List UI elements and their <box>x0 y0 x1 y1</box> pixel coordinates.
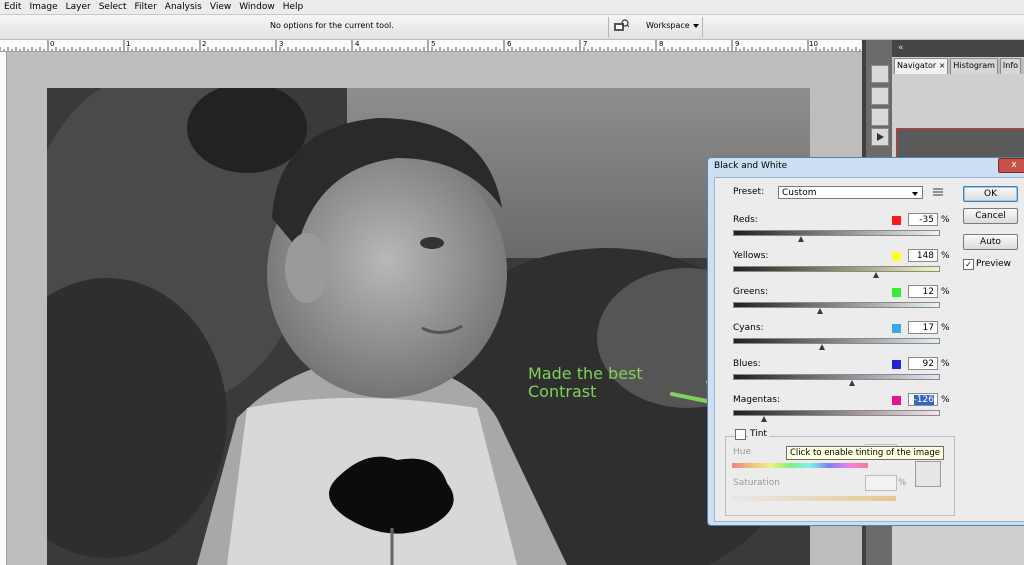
tint-label[interactable]: Tint <box>748 429 769 439</box>
brushes-icon[interactable] <box>871 108 889 126</box>
preset-label: Preset: <box>733 187 765 197</box>
percent-sign: % <box>941 323 950 333</box>
percent-sign: % <box>898 478 907 488</box>
history-icon[interactable] <box>871 65 889 83</box>
auto-button[interactable]: Auto <box>963 234 1018 250</box>
cyans-swatch <box>892 324 901 333</box>
percent-sign: % <box>941 359 950 369</box>
percent-sign: % <box>941 395 950 405</box>
hue-slider <box>732 463 868 468</box>
tab-info[interactable]: Info <box>999 58 1022 74</box>
magentas-label: Magentas: <box>733 395 780 405</box>
saturation-value-input <box>865 475 897 491</box>
chevron-down-icon <box>912 192 918 196</box>
yellows-swatch <box>892 252 901 261</box>
magentas-value-input[interactable]: -126 <box>908 393 938 406</box>
greens-label: Greens: <box>733 287 768 297</box>
blues-slider[interactable] <box>733 374 940 380</box>
preview-checkbox[interactable]: ✓ <box>963 259 974 270</box>
preset-select[interactable]: Custom <box>778 186 923 199</box>
tint-tooltip: Click to enable tinting of the image <box>786 446 944 460</box>
tab-histogram[interactable]: Histogram <box>950 58 998 74</box>
panel-tabs: Navigator × Histogram Info <box>892 58 1024 74</box>
tab-navigator-label: Navigator <box>897 61 937 70</box>
greens-slider-thumb[interactable] <box>817 308 823 314</box>
preview-label: Preview <box>976 259 1012 269</box>
tint-color-swatch <box>915 461 941 487</box>
cyans-label: Cyans: <box>733 323 764 333</box>
reds-label: Reds: <box>733 215 758 225</box>
magentas-value: -126 <box>913 395 934 405</box>
blues-value-input[interactable]: 92 <box>908 357 938 370</box>
close-button[interactable]: x <box>998 158 1024 173</box>
hue-label: Hue <box>733 447 752 457</box>
tab-navigator[interactable]: Navigator × <box>894 58 949 74</box>
yellows-slider-thumb[interactable] <box>873 272 879 278</box>
blues-label: Blues: <box>733 359 761 369</box>
magentas-slider-thumb[interactable] <box>761 416 767 422</box>
percent-sign: % <box>941 251 950 261</box>
black-and-white-dialog: Black and White x Preset: Custom OK Canc… <box>707 157 1024 526</box>
dialog-body: Preset: Custom OK Cancel Auto ✓ Preview … <box>714 177 1024 522</box>
tint-checkbox[interactable] <box>735 429 746 440</box>
play-icon[interactable] <box>871 128 889 146</box>
panel-header[interactable]: « <box>892 40 1024 57</box>
preset-options-icon[interactable] <box>933 188 943 196</box>
cyans-slider[interactable] <box>733 338 940 344</box>
greens-value-input[interactable]: 12 <box>908 285 938 298</box>
cancel-button[interactable]: Cancel <box>963 208 1018 224</box>
actions-icon[interactable] <box>871 87 889 105</box>
blues-swatch <box>892 360 901 369</box>
blues-slider-thumb[interactable] <box>849 380 855 386</box>
cyans-value-input[interactable]: 17 <box>908 321 938 334</box>
play-glyph <box>877 133 884 141</box>
cyans-slider-thumb[interactable] <box>819 344 825 350</box>
preset-value: Custom <box>782 188 817 198</box>
reds-swatch <box>892 216 901 225</box>
magentas-swatch <box>892 396 901 405</box>
greens-slider[interactable] <box>733 302 940 308</box>
saturation-label: Saturation <box>733 478 780 488</box>
percent-sign: % <box>941 215 950 225</box>
dialog-title: Black and White <box>714 161 788 171</box>
reds-value-input[interactable]: -35 <box>908 213 938 226</box>
ok-button[interactable]: OK <box>963 186 1018 202</box>
yellows-slider[interactable] <box>733 266 940 272</box>
percent-sign: % <box>941 287 950 297</box>
saturation-slider <box>732 496 896 501</box>
yellows-label: Yellows: <box>733 251 769 261</box>
reds-slider[interactable] <box>733 230 940 236</box>
collapse-icon[interactable]: « <box>898 43 904 53</box>
reds-slider-thumb[interactable] <box>798 236 804 242</box>
navigator-thumbnail[interactable] <box>896 128 1024 160</box>
yellows-value-input[interactable]: 148 <box>908 249 938 262</box>
greens-swatch <box>892 288 901 297</box>
